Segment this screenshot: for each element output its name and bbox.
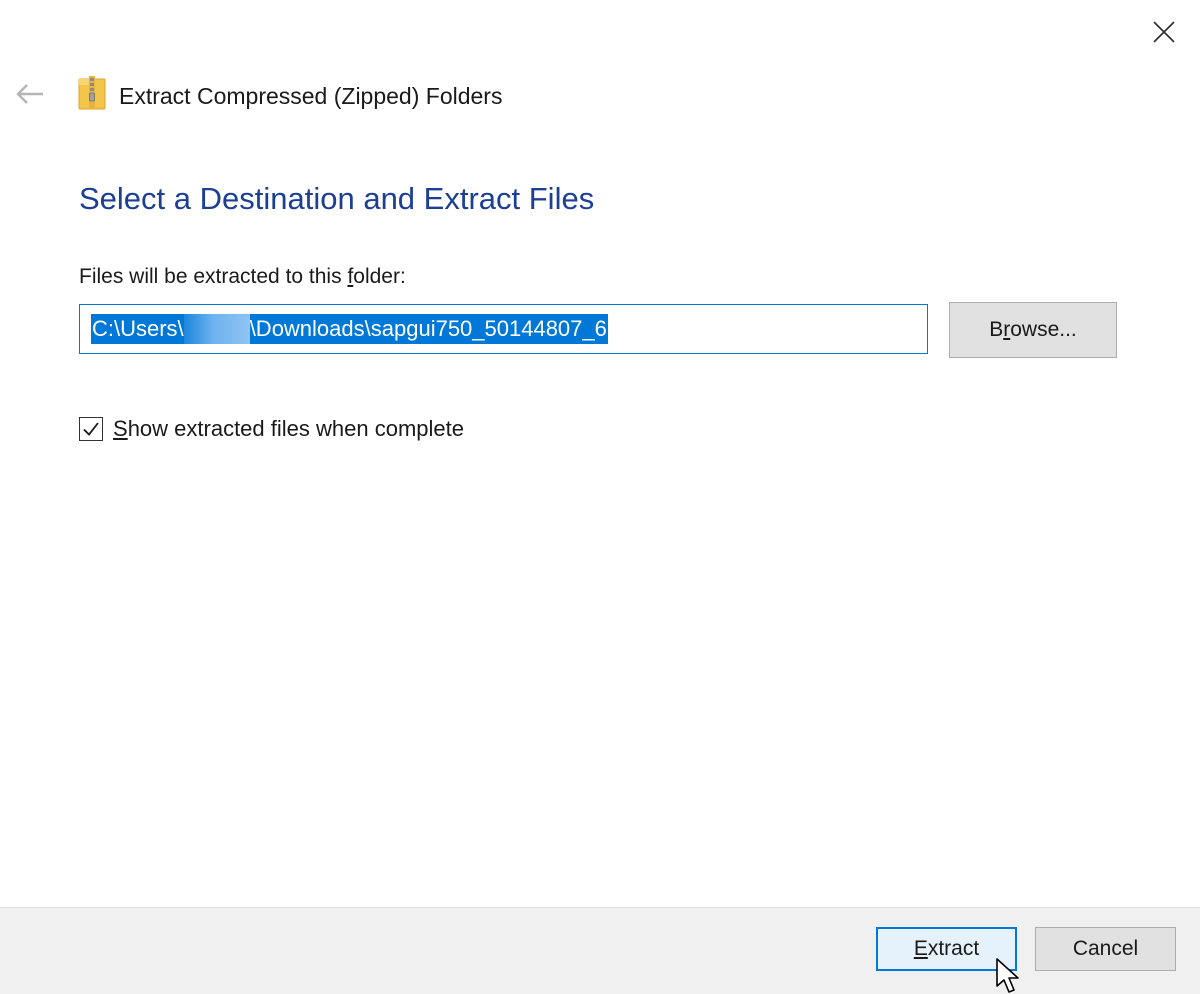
show-files-option[interactable]: Show extracted files when complete xyxy=(79,414,464,444)
cancel-button[interactable]: Cancel xyxy=(1035,927,1176,971)
dialog-footer xyxy=(0,907,1200,994)
folder-label-text: Files will be extracted to this xyxy=(79,265,348,288)
show-files-accelerator: S xyxy=(113,416,128,441)
path-prefix: C:\Users\ xyxy=(92,316,184,341)
extract-dialog: Extract Compressed (Zipped) Folders Sele… xyxy=(0,0,1200,994)
close-icon xyxy=(1153,21,1175,43)
folder-label-text-end: older: xyxy=(353,265,406,288)
destination-path-input[interactable]: C:\Users\ \Downloads\sapgui750_50144807_6 xyxy=(79,304,928,354)
zipped-folder-icon xyxy=(78,76,106,110)
checkmark-icon xyxy=(83,422,99,436)
path-suffix: \Downloads\sapgui750_50144807_6 xyxy=(249,316,607,341)
browse-label-start: B xyxy=(989,318,1004,341)
extract-accelerator: E xyxy=(913,937,928,960)
window-title: Extract Compressed (Zipped) Folders xyxy=(119,83,503,109)
show-files-label: Show extracted files when complete xyxy=(113,414,464,444)
back-button[interactable] xyxy=(10,74,50,114)
browse-label-end: owse... xyxy=(1010,318,1077,341)
browse-accelerator: r xyxy=(1003,318,1011,341)
show-files-label-text: how extracted files when complete xyxy=(127,416,464,441)
redacted-username xyxy=(183,314,250,344)
close-button[interactable] xyxy=(1140,8,1188,56)
page-heading: Select a Destination and Extract Files xyxy=(79,181,595,216)
arrow-left-icon xyxy=(16,84,43,104)
extract-button[interactable]: Extract xyxy=(876,927,1017,971)
path-selection: C:\Users\ \Downloads\sapgui750_50144807_6 xyxy=(91,314,608,344)
extract-label: xtract xyxy=(927,937,980,960)
show-files-checkbox[interactable] xyxy=(79,417,103,441)
browse-button[interactable]: Br owse... xyxy=(949,302,1117,358)
destination-folder-label: Files will be extracted to this folder: xyxy=(79,262,406,292)
